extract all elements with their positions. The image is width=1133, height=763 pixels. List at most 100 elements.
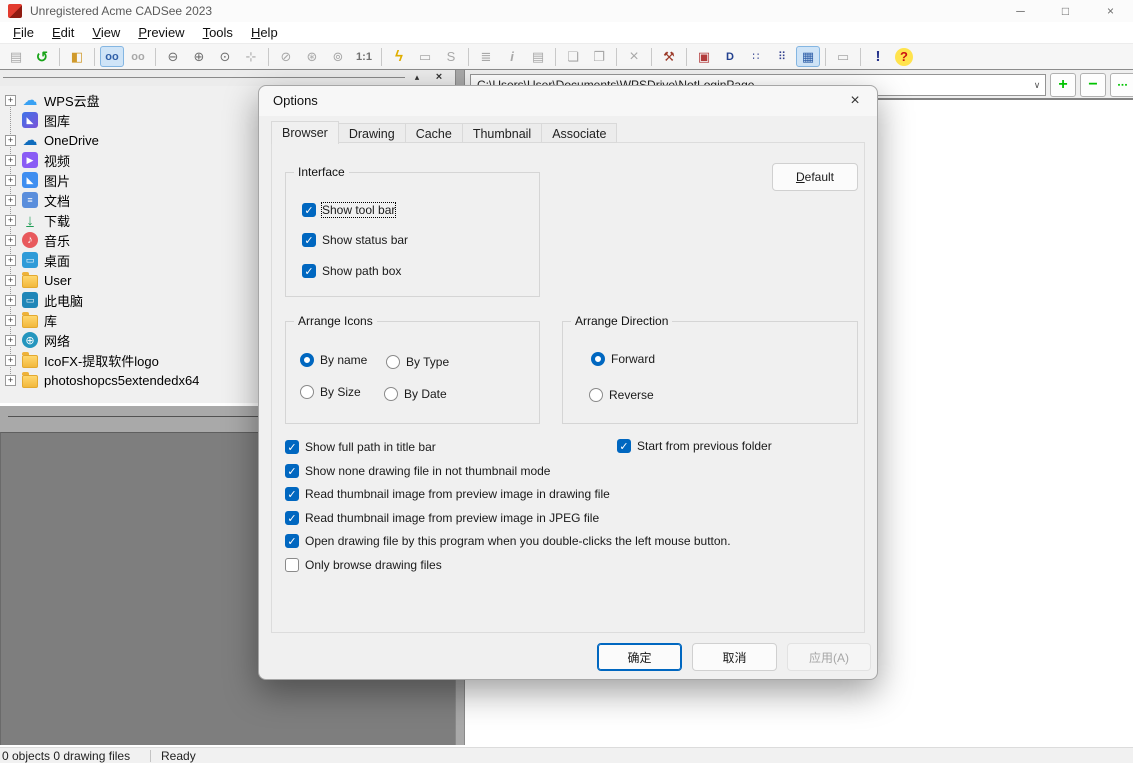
tab-associate[interactable]: Associate (542, 123, 617, 143)
checkbox-label: Show full path in title bar (305, 440, 436, 454)
checkbox-only-browse-drawing[interactable]: Only browse drawing files (285, 558, 442, 572)
zoom-selected-icon[interactable]: ⊚ (326, 46, 350, 67)
options-tools-icon[interactable]: ⚒ (657, 46, 681, 67)
zoom-out-icon[interactable]: ⊖ (161, 46, 185, 67)
menu-item-label: iew (101, 25, 121, 40)
zoom-window-icon[interactable]: ⊙ (213, 46, 237, 67)
menu-help[interactable]: Help (242, 25, 287, 40)
tab-thumbnail[interactable]: Thumbnail (463, 123, 542, 143)
list-view-icon[interactable]: ∷ (744, 46, 768, 67)
expand-icon[interactable]: + (5, 255, 16, 266)
tab-browser[interactable]: Browser (271, 121, 339, 144)
checkbox-thumb-from-drawing[interactable]: Read thumbnail image from preview image … (285, 487, 610, 501)
pan-icon[interactable]: ⊹ (239, 46, 263, 67)
menu-preview[interactable]: Preview (129, 25, 193, 40)
file-spec-icon[interactable]: ▤ (526, 46, 550, 67)
add-path-button[interactable]: + (1050, 73, 1076, 97)
help-icon[interactable]: ? (895, 48, 913, 66)
layout-panels-icon[interactable]: ◧ (65, 46, 89, 67)
checkbox-show-tool-bar[interactable]: Show tool bar (302, 203, 395, 217)
shx-text-icon[interactable]: S (439, 46, 463, 67)
menu-file[interactable]: File (4, 25, 43, 40)
menu-edit[interactable]: Edit (43, 25, 83, 40)
measure-icon[interactable]: ▭ (413, 46, 437, 67)
checkbox-show-path-box[interactable]: Show path box (302, 264, 401, 278)
copy-icon[interactable]: ❏ (561, 46, 585, 67)
expand-icon[interactable]: + (5, 375, 16, 386)
quick-render-icon[interactable]: ϟ (387, 46, 411, 67)
menu-view[interactable]: View (83, 25, 129, 40)
checkbox-box (285, 487, 299, 501)
checkbox-label: Open drawing file by this program when y… (305, 534, 731, 548)
expand-icon[interactable]: + (5, 175, 16, 186)
radio-circle (300, 353, 314, 367)
close-button[interactable]: × (1088, 0, 1133, 22)
remove-path-button[interactable]: − (1080, 73, 1106, 97)
separator (468, 48, 469, 66)
expand-icon[interactable]: + (5, 315, 16, 326)
checkbox-label: Only browse drawing files (305, 558, 442, 572)
actual-size-icon[interactable]: 1:1 (352, 46, 376, 67)
expand-icon[interactable]: + (5, 235, 16, 246)
radio-forward[interactable]: Forward (591, 352, 655, 366)
radio-by-size[interactable]: By Size (300, 385, 361, 399)
checkbox-box (285, 440, 299, 454)
cancel-button[interactable]: 取消 (692, 643, 777, 671)
browse-large-icon[interactable]: oo (100, 46, 124, 67)
radio-label: By Size (320, 385, 361, 399)
panel-collapse-button[interactable]: ▴ (409, 71, 425, 84)
dialog-close-button[interactable]: × (843, 89, 867, 113)
zoom-in-icon[interactable]: ⊕ (187, 46, 211, 67)
expand-icon[interactable]: + (5, 355, 16, 366)
expand-icon[interactable]: + (5, 135, 16, 146)
apply-button[interactable]: 应用(A) (787, 643, 871, 671)
radio-by-name[interactable]: By name (300, 353, 367, 367)
checkbox-start-prev-folder[interactable]: Start from previous folder (617, 439, 772, 453)
details-view-icon[interactable]: ▦ (796, 46, 820, 67)
delete-icon[interactable]: × (622, 46, 646, 67)
browse-small-icon[interactable]: oo (126, 46, 150, 67)
default-button[interactable]: Default (772, 163, 858, 191)
tab-drawing[interactable]: Drawing (339, 123, 406, 143)
expand-icon[interactable]: + (5, 155, 16, 166)
thumbnail-view-icon[interactable]: ▣ (692, 46, 716, 67)
expand-icon[interactable]: + (5, 195, 16, 206)
preview-view-icon[interactable]: D (718, 46, 742, 67)
zoom-previous-icon[interactable]: ⊘ (274, 46, 298, 67)
expand-icon[interactable]: + (5, 275, 16, 286)
checkbox-thumb-from-jpeg[interactable]: Read thumbnail image from preview image … (285, 511, 599, 525)
radio-reverse[interactable]: Reverse (589, 388, 654, 402)
panel-close-button[interactable]: × (431, 71, 447, 84)
tab-cache[interactable]: Cache (406, 123, 463, 143)
layers-icon[interactable]: ≣ (474, 46, 498, 67)
radio-by-date[interactable]: By Date (384, 387, 447, 401)
checkbox-show-status-bar[interactable]: Show status bar (302, 233, 408, 247)
expand-icon[interactable]: + (5, 335, 16, 346)
checkbox-label: Show tool bar (322, 203, 395, 217)
checkbox-open-on-dblclick[interactable]: Open drawing file by this program when y… (285, 534, 731, 548)
browse-path-button[interactable]: ▪▪▪ (1110, 73, 1133, 97)
checkbox-show-none-drawing[interactable]: Show none drawing file in not thumbnail … (285, 464, 550, 478)
ok-button[interactable]: 确定 (597, 643, 682, 671)
chevron-down-icon[interactable]: ∨ (1029, 80, 1045, 91)
menu-item-key: V (92, 25, 100, 40)
separator (555, 48, 556, 66)
expand-icon[interactable]: + (5, 95, 16, 106)
radio-by-type[interactable]: By Type (386, 355, 449, 369)
refresh-icon[interactable]: ↺ (30, 46, 54, 67)
menu-tools[interactable]: Tools (194, 25, 242, 40)
panel-gripper[interactable] (3, 77, 405, 78)
paste-icon[interactable]: ❐ (587, 46, 611, 67)
expand-icon[interactable]: + (5, 295, 16, 306)
expand-icon[interactable]: + (5, 215, 16, 226)
zoom-extents-icon[interactable]: ⊛ (300, 46, 324, 67)
report-view-icon[interactable]: ⠿ (770, 46, 794, 67)
checkbox-full-path-title[interactable]: Show full path in title bar (285, 440, 436, 454)
maximize-button[interactable]: □ (1043, 0, 1088, 22)
file-info-icon[interactable]: i (500, 46, 524, 67)
minimize-button[interactable]: ─ (998, 0, 1043, 22)
rename-icon[interactable]: ▭ (831, 46, 855, 67)
about-icon[interactable]: ! (866, 46, 890, 67)
open-folder-icon[interactable]: ▤ (4, 46, 28, 67)
radio-circle (591, 352, 605, 366)
